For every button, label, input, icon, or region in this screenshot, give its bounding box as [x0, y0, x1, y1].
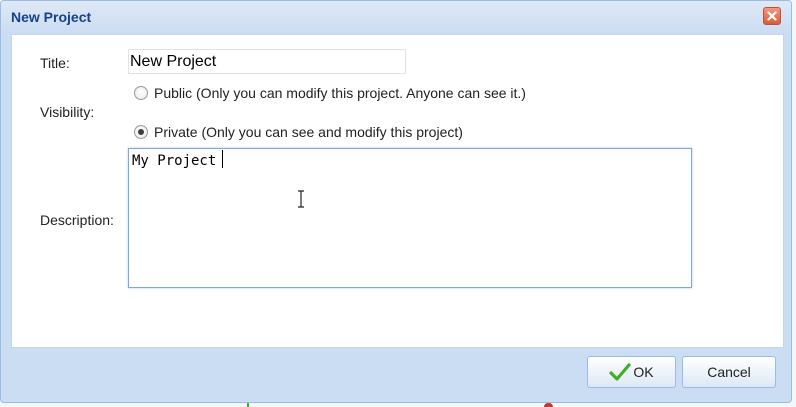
title-input[interactable] — [128, 49, 406, 74]
cancel-button[interactable]: Cancel — [682, 356, 776, 388]
new-project-dialog: New Project Title: Visibility: Public (O… — [0, 0, 792, 403]
ibeam-cursor-icon — [298, 190, 304, 208]
visibility-option-private[interactable]: Private (Only you can see and modify thi… — [134, 122, 463, 142]
public-radio-label: Public (Only you can modify this project… — [154, 85, 526, 101]
dialog-title: New Project — [11, 9, 92, 25]
private-radio-label: Private (Only you can see and modify thi… — [154, 124, 463, 140]
close-x-icon — [767, 11, 777, 21]
text-caret — [222, 150, 223, 168]
dialog-footer: OK Cancel — [1, 349, 791, 402]
private-radio[interactable] — [134, 125, 148, 139]
description-textarea[interactable]: My Project — [128, 148, 692, 288]
visibility-option-public[interactable]: Public (Only you can modify this project… — [134, 83, 526, 103]
background-green-mark — [247, 403, 249, 407]
visibility-label: Visibility: — [40, 104, 95, 120]
title-label: Title: — [40, 55, 70, 71]
dialog-titlebar[interactable]: New Project — [1, 1, 791, 33]
background-red-mark — [544, 403, 553, 407]
ok-button[interactable]: OK — [587, 356, 676, 388]
checkmark-icon — [609, 363, 631, 381]
ok-button-label: OK — [633, 364, 654, 380]
public-radio[interactable] — [134, 86, 148, 100]
form-panel: Title: Visibility: Public (Only you can … — [11, 34, 784, 348]
description-label: Description: — [40, 212, 114, 228]
cancel-button-label: Cancel — [707, 364, 751, 380]
close-button[interactable] — [763, 7, 781, 25]
